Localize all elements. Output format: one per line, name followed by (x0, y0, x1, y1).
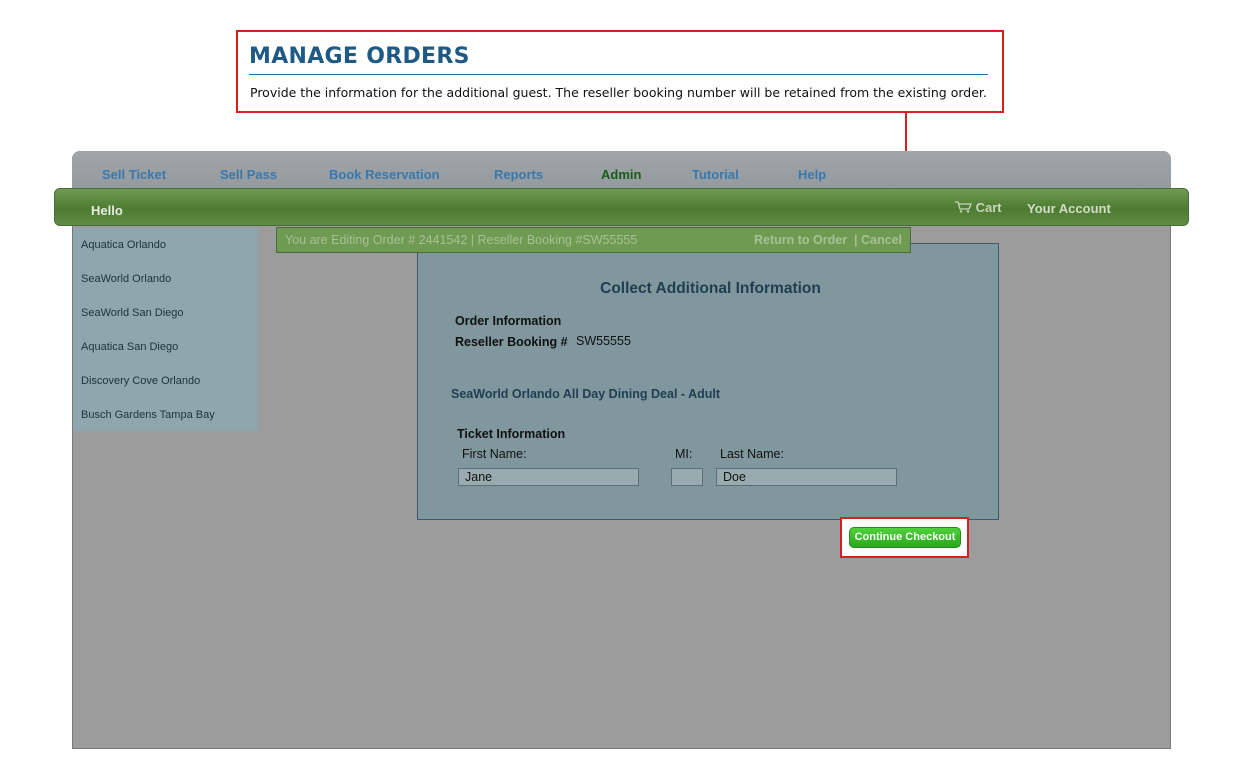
cart-icon (955, 201, 972, 213)
your-account-link[interactable]: Your Account (1027, 201, 1111, 216)
top-navigation: Sell Ticket Sell Pass Book Reservation R… (72, 151, 1171, 191)
mi-label: MI: (675, 447, 693, 461)
cart-link[interactable]: Cart (955, 200, 1002, 215)
nav-book-reservation[interactable]: Book Reservation (329, 167, 440, 182)
sidebar-item-aquatica-orlando[interactable]: Aquatica Orlando (81, 239, 166, 251)
sidebar-item-aquatica-san-diego[interactable]: Aquatica San Diego (81, 341, 178, 353)
callout-description: Provide the information for the addition… (250, 85, 987, 100)
user-bar: Hello Cart Your Account (54, 188, 1189, 226)
product-name: SeaWorld Orlando All Day Dining Deal - A… (451, 387, 721, 401)
continue-checkout-callout: Continue Checkout (840, 517, 969, 558)
sidebar-item-busch-gardens-tampa-bay[interactable]: Busch Gardens Tampa Bay (81, 409, 215, 421)
greeting: Hello (91, 203, 123, 218)
nav-admin[interactable]: Admin (601, 167, 641, 182)
callout-title: MANAGE ORDERS (249, 44, 470, 69)
panel-heading: Collect Additional Information (600, 280, 821, 297)
editbar-separator: | (850, 233, 861, 247)
sidebar-item-discovery-cove-orlando[interactable]: Discovery Cove Orlando (81, 375, 200, 387)
ticket-information-label: Ticket Information (457, 427, 566, 441)
reseller-booking-label: Reseller Booking # (455, 335, 568, 349)
sidebar-item-seaworld-orlando[interactable]: SeaWorld Orlando (81, 273, 171, 285)
return-to-order-link[interactable]: Return to Order (754, 233, 847, 247)
order-information-label: Order Information (455, 314, 562, 328)
first-name-input[interactable] (458, 468, 639, 486)
editing-order-info: You are Editing Order # 2441542 | Resell… (285, 233, 638, 247)
last-name-input[interactable] (716, 468, 897, 486)
continue-checkout-button[interactable]: Continue Checkout (849, 527, 961, 548)
manage-orders-callout: MANAGE ORDERS Provide the information fo… (236, 30, 1004, 113)
reseller-booking-value: SW55555 (576, 334, 631, 348)
nav-sell-ticket[interactable]: Sell Ticket (102, 167, 166, 182)
callout-divider (249, 74, 988, 75)
park-sidebar: Aquatica Orlando SeaWorld Orlando SeaWor… (73, 228, 258, 431)
editing-order-bar: You are Editing Order # 2441542 | Resell… (276, 227, 911, 253)
nav-help[interactable]: Help (798, 167, 826, 182)
editbar-actions: Return to Order | Cancel (754, 233, 902, 247)
cart-label: Cart (975, 200, 1002, 215)
collect-info-panel: Collect Additional Information Order Inf… (417, 243, 999, 520)
nav-reports[interactable]: Reports (494, 167, 543, 182)
first-name-label: First Name: (462, 447, 527, 461)
nav-tutorial[interactable]: Tutorial (692, 167, 739, 182)
nav-sell-pass[interactable]: Sell Pass (220, 167, 277, 182)
mi-input[interactable] (671, 468, 703, 486)
last-name-label: Last Name: (720, 447, 784, 461)
sidebar-item-seaworld-san-diego[interactable]: SeaWorld San Diego (81, 307, 184, 319)
cancel-link[interactable]: Cancel (861, 233, 902, 247)
